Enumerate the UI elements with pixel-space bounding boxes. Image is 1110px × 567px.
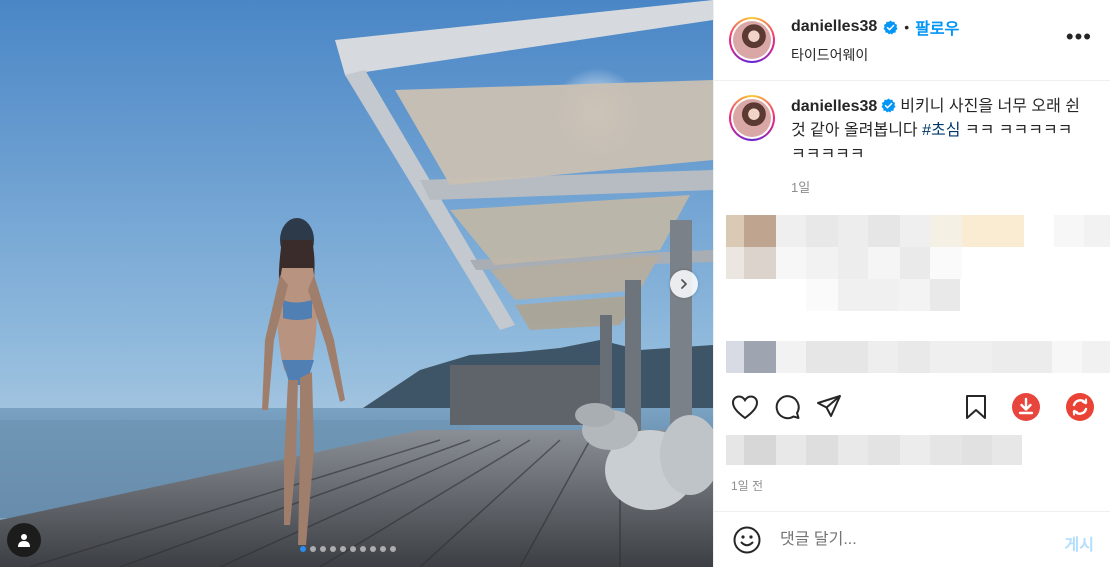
post-dialog: danielles38 • 팔로우 타이드어웨이 ••• danielles38… — [0, 0, 1110, 567]
download-icon — [1012, 393, 1040, 421]
caption-avatar[interactable] — [729, 95, 775, 141]
post-side-panel: danielles38 • 팔로우 타이드어웨이 ••• danielles38… — [713, 0, 1110, 567]
post-time: 1일 전 — [731, 479, 764, 493]
comment-icon — [775, 395, 800, 420]
author-username[interactable]: danielles38 — [791, 18, 877, 36]
download-button[interactable] — [1010, 391, 1042, 423]
refresh-button[interactable] — [1064, 391, 1096, 423]
carousel-dot — [310, 546, 316, 552]
carousel-dot — [360, 546, 366, 552]
post-media — [0, 0, 713, 567]
avatar-image — [733, 21, 771, 59]
blurred-comment — [726, 279, 960, 311]
carousel-dot — [330, 546, 336, 552]
author-avatar[interactable] — [729, 17, 775, 63]
blurred-comment — [726, 341, 1110, 373]
carousel-dot — [300, 546, 306, 552]
blurred-comment — [726, 247, 962, 279]
comment-composer: 게시 — [714, 511, 1110, 567]
comments-area: danielles38 비키니 사진을 너무 오래 쉰 것 같아 올려봅니다 #… — [714, 81, 1110, 383]
carousel-dot — [390, 546, 396, 552]
next-image-button[interactable] — [670, 270, 698, 298]
separator-bullet: • — [904, 19, 910, 35]
post-caption: danielles38 비키니 사진을 너무 오래 쉰 것 같아 올려봅니다 #… — [714, 81, 1110, 196]
share-button[interactable] — [813, 391, 845, 423]
carousel-indicator — [300, 546, 396, 552]
post-header: danielles38 • 팔로우 타이드어웨이 ••• — [714, 0, 1110, 81]
follow-button[interactable]: 팔로우 — [915, 15, 959, 39]
action-bar — [714, 383, 1110, 431]
blurred-comment — [726, 215, 1110, 247]
like-button[interactable] — [729, 391, 761, 423]
author-info: danielles38 • 팔로우 타이드어웨이 — [791, 15, 959, 65]
user-tag-icon — [18, 534, 30, 547]
caption-hashtag[interactable]: #초심 — [922, 122, 960, 139]
avatar-image — [733, 99, 771, 137]
post-comment-button[interactable]: 게시 — [1065, 531, 1094, 555]
save-button[interactable] — [960, 391, 992, 423]
likes-summary-blurred — [726, 435, 1110, 465]
post-location[interactable]: 타이드어웨이 — [791, 45, 959, 65]
comment-input[interactable] — [780, 530, 1030, 549]
carousel-dot — [350, 546, 356, 552]
bookmark-icon — [966, 395, 986, 419]
carousel-dot — [370, 546, 376, 552]
carousel-dot — [380, 546, 386, 552]
verified-icon — [883, 19, 898, 35]
tagged-users-button[interactable] — [7, 523, 41, 557]
refresh-icon — [1066, 393, 1094, 421]
carousel-dot — [320, 546, 326, 552]
more-options-icon[interactable]: ••• — [1066, 26, 1092, 48]
comment-button[interactable] — [771, 391, 803, 423]
caption-time: 1일 — [791, 180, 811, 195]
emoji-icon[interactable] — [732, 525, 762, 555]
share-icon — [817, 395, 841, 417]
carousel-dot — [340, 546, 346, 552]
post-photo — [0, 0, 713, 567]
verified-icon — [881, 98, 896, 113]
caption-username[interactable]: danielles38 — [791, 98, 877, 115]
chevron-right-icon — [681, 279, 687, 289]
heart-icon — [731, 395, 759, 420]
